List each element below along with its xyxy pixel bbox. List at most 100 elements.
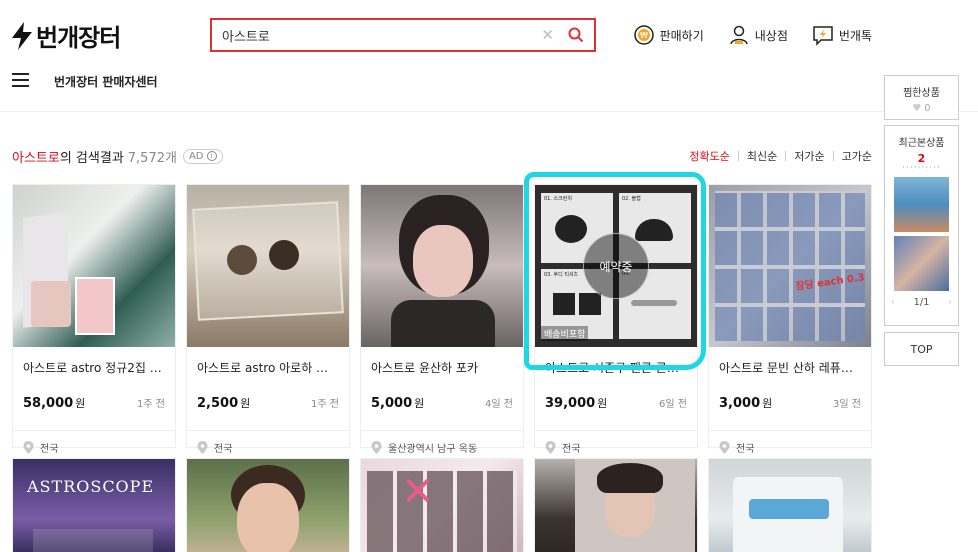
product-title: 아스트로 윤산하 포카	[371, 361, 478, 375]
sort-divider	[785, 151, 787, 161]
sort-latest[interactable]: 최신순	[747, 148, 777, 164]
chevron-right-icon[interactable]: ›	[948, 297, 952, 308]
sort-divider	[832, 151, 834, 161]
ad-badge[interactable]: AD i	[182, 148, 223, 164]
recent-pager: ‹ 1/1 ›	[885, 291, 958, 308]
sort-divider	[737, 151, 739, 161]
reserved-badge: 예약중	[583, 233, 649, 299]
sort-accuracy[interactable]: 정확도순	[689, 148, 729, 164]
product-price: 3,000 원	[719, 396, 773, 411]
result-summary: 아스트로의 검색결과 7,572개	[12, 147, 177, 166]
product-grid: 아스트로 astro 정규2집 올라잇 앨범 58,000원 1주 전 전국 아…	[12, 184, 872, 552]
sort-options: 정확도순 최신순 저가순 고가순	[689, 148, 872, 164]
product-title: 아스트로 시즌쿠 팬콘 콘서트	[545, 361, 689, 375]
top-menu: ₩ 판매하기 내상점 번개톡	[633, 24, 872, 46]
product-title: 아스트로 문빈 산하 레퓨지 포카	[719, 361, 871, 375]
price-row: 58,000 원 1주 전	[13, 381, 175, 421]
svg-text:₩: ₩	[640, 31, 648, 40]
product-image	[709, 459, 871, 552]
thumb-label: 02. 볼캡	[622, 196, 641, 202]
location-pin-icon	[545, 441, 556, 454]
price-row: 3,000 원 3일 전	[709, 381, 871, 421]
recent-thumb[interactable]	[894, 177, 949, 232]
recent-thumb[interactable]	[894, 236, 949, 291]
price-row: 5,000 원 4일 전	[361, 381, 523, 421]
sell-label: 판매하기	[659, 28, 704, 43]
product-price: 5,000 원	[371, 396, 425, 411]
product-card[interactable]: 아스트로 윤산하 포카 5,000 원 4일 전 울산광역시 남구 옥동	[360, 184, 524, 455]
location-pin-icon	[719, 441, 730, 454]
logo[interactable]: 번개장터	[10, 18, 121, 53]
sell-button[interactable]: ₩ 판매하기	[633, 24, 704, 46]
location-pin-icon	[371, 441, 382, 454]
product-time: 4일 전	[485, 399, 513, 410]
product-time: 1주 전	[137, 399, 165, 410]
search-icon[interactable]	[568, 27, 584, 43]
product-image	[535, 459, 697, 552]
location-pin-icon	[197, 441, 208, 454]
logo-text: 번개장터	[36, 24, 121, 52]
product-image: ASTROSCOPE	[13, 459, 175, 552]
product-price: 58,000 원	[23, 396, 86, 411]
search-input[interactable]	[222, 27, 542, 43]
result-suffix: 의 검색결과	[59, 150, 124, 166]
seller-center-link[interactable]: 번개장터 판매자센터	[54, 73, 158, 90]
my-shop-user-icon	[730, 25, 748, 45]
sell-won-icon: ₩	[633, 25, 654, 45]
product-card[interactable]: ASTROSCOPE	[12, 458, 176, 552]
result-count: 7,572개	[127, 150, 177, 166]
product-image	[187, 185, 349, 347]
result-bar: 아스트로의 검색결과 7,572개 AD i 정확도순 최신순 저가순 고가순	[12, 146, 872, 166]
chevron-left-icon[interactable]: ‹	[891, 297, 895, 308]
product-image	[361, 185, 523, 347]
product-price: 2,500 원	[197, 396, 251, 411]
header: 번개장터 ✕ ₩ 판매하기 내상점	[0, 0, 978, 112]
product-card[interactable]: 장당 each 0.3 아스트로 문빈 산하 레퓨지 포카 3,000 원 3일 …	[708, 184, 872, 455]
my-shop-button[interactable]: 내상점	[728, 24, 788, 46]
product-card[interactable]: 아스트로 astro 아로하 엽서 포스터 2,500원 1주 전 전국	[186, 184, 350, 455]
bunge-talk-button[interactable]: 번개톡	[812, 24, 872, 46]
pager-text: 1/1	[913, 297, 930, 308]
bunge-talk-label: 번개톡	[838, 28, 872, 43]
recent-title: 최근본상품	[898, 138, 945, 149]
product-time: 1주 전	[311, 399, 339, 410]
thumb-title: ASTROSCOPE	[27, 477, 155, 496]
product-time: 6일 전	[659, 399, 687, 410]
product-title: 아스트로 astro 정규2집 올라잇 앨범	[23, 361, 175, 375]
price-row: 39,000 원 6일 전	[535, 381, 697, 421]
wishlist-box[interactable]: 찜한상품 ♥ 0	[884, 75, 959, 120]
product-card[interactable]: 01. 스크런치 02. 볼캡 03. 후디 티셔츠 04. 예약중 배송비포함…	[534, 184, 698, 455]
sort-high-price[interactable]: 고가순	[842, 148, 872, 164]
product-card[interactable]: 아스트로 astro 정규2집 올라잇 앨범 58,000원 1주 전 전국	[12, 184, 176, 455]
price-row: 2,500 원 1주 전	[187, 381, 349, 421]
product-card[interactable]: ✕	[360, 458, 524, 552]
wishlist-title: 찜한상품	[903, 88, 940, 99]
bunge-talk-icon	[813, 26, 833, 46]
heart-icon: ♥	[912, 103, 922, 114]
product-card[interactable]	[708, 458, 872, 552]
ad-label: AD	[188, 150, 204, 162]
sort-low-price[interactable]: 저가순	[794, 148, 824, 164]
recent-dots: ··········	[902, 163, 941, 173]
info-icon: i	[206, 151, 217, 161]
product-title: 아스트로 astro 아로하 엽서 포스터	[197, 361, 349, 375]
my-shop-label: 내상점	[754, 28, 788, 43]
clear-search-icon[interactable]: ✕	[541, 26, 554, 44]
lightning-logo-icon	[12, 21, 32, 50]
menu-icon[interactable]	[12, 73, 29, 87]
product-image: 장당 each 0.3	[709, 185, 871, 347]
product-image: ✕	[361, 459, 523, 552]
recent-products-box: 최근본상품 2 ·········· ‹ 1/1 ›	[884, 125, 959, 326]
top-button[interactable]: TOP	[884, 332, 959, 366]
product-image	[13, 185, 175, 347]
wishlist-count: ♥ 0	[912, 103, 931, 114]
product-image: 01. 스크런치 02. 볼캡 03. 후디 티셔츠 04. 예약중 배송비포함	[535, 185, 697, 347]
location-pin-icon	[23, 441, 34, 454]
product-card[interactable]	[186, 458, 350, 552]
thumb-label: 03. 후디 티셔츠	[544, 272, 579, 278]
product-price: 39,000 원	[545, 396, 608, 411]
result-keyword: 아스트로	[12, 150, 60, 166]
thumb-label: 01. 스크런치	[544, 196, 572, 202]
product-card[interactable]	[534, 458, 698, 552]
search-box[interactable]: ✕	[210, 18, 596, 52]
